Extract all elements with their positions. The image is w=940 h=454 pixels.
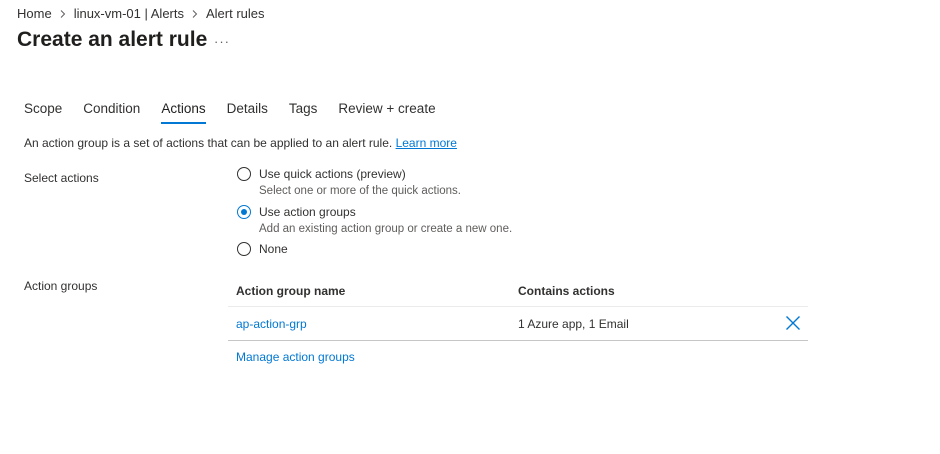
breadcrumb-alert-rules[interactable]: Alert rules [206, 6, 265, 21]
radio-button[interactable] [237, 167, 251, 181]
chevron-right-icon [192, 9, 198, 18]
radio-quick-actions-desc: Select one or more of the quick actions. [259, 185, 461, 197]
more-options-button[interactable]: ··· [214, 34, 230, 49]
breadcrumb: Home linux-vm-01 | Alerts Alert rules [17, 6, 265, 21]
tab-bar: Scope Condition Actions Details Tags Rev… [24, 100, 457, 126]
intro-text: An action group is a set of actions that… [24, 136, 457, 150]
chevron-right-icon [60, 9, 66, 18]
radio-quick-actions-label: Use quick actions (preview) [259, 167, 406, 181]
tab-actions[interactable]: Actions [161, 100, 206, 126]
radio-button[interactable] [237, 242, 251, 256]
radio-action-groups[interactable]: Use action groups Add an existing action… [237, 205, 512, 237]
tab-condition[interactable]: Condition [83, 100, 140, 126]
breadcrumb-home[interactable]: Home [17, 6, 52, 21]
table-row: ap-action-grp 1 Azure app, 1 Email [228, 307, 808, 341]
radio-quick-actions[interactable]: Use quick actions (preview) Select one o… [237, 167, 461, 199]
action-groups-label: Action groups [24, 279, 98, 293]
manage-action-groups-link[interactable]: Manage action groups [236, 350, 355, 364]
table-header: Action group name Contains actions [228, 276, 808, 307]
learn-more-link[interactable]: Learn more [396, 136, 457, 150]
action-group-name-link[interactable]: ap-action-grp [228, 317, 518, 331]
close-icon[interactable] [785, 315, 801, 331]
radio-none-label: None [259, 242, 288, 256]
tab-tags[interactable]: Tags [289, 100, 318, 126]
tab-scope[interactable]: Scope [24, 100, 62, 126]
radio-action-groups-label: Use action groups [259, 205, 356, 219]
radio-none[interactable]: None [237, 242, 288, 257]
select-actions-label: Select actions [24, 171, 99, 185]
action-groups-table: Action group name Contains actions ap-ac… [228, 276, 808, 341]
intro-description: An action group is a set of actions that… [24, 136, 393, 150]
action-group-contains: 1 Azure app, 1 Email [518, 316, 629, 331]
radio-action-groups-desc: Add an existing action group or create a… [259, 223, 513, 235]
radio-button-checked[interactable] [237, 205, 251, 219]
tab-details[interactable]: Details [227, 100, 268, 126]
page-title: Create an alert rule [17, 28, 208, 51]
column-header-name: Action group name [236, 284, 346, 298]
breadcrumb-vm-alerts[interactable]: linux-vm-01 | Alerts [74, 6, 184, 21]
tab-review-create[interactable]: Review + create [338, 100, 435, 126]
column-header-actions: Contains actions [518, 284, 615, 298]
